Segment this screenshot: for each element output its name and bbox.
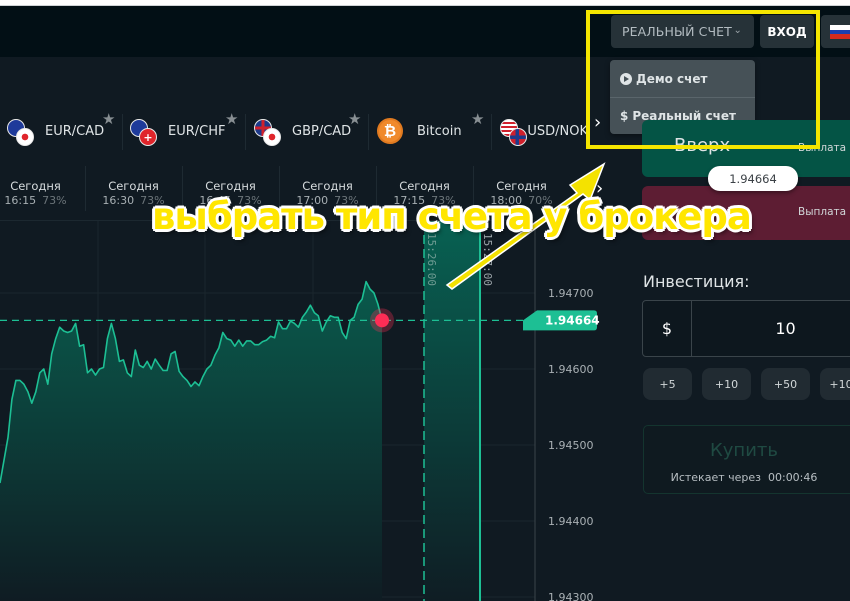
investment-label: Инвестиция: bbox=[643, 272, 750, 291]
expiry-time: 16:15 bbox=[4, 194, 37, 207]
russia-flag-icon bbox=[830, 25, 850, 39]
asset-tab-gbp-cad[interactable]: GBP/CAD bbox=[254, 108, 351, 154]
asset-tab-eur-chf[interactable]: + EUR/CHF bbox=[130, 108, 225, 154]
purchase-time-label: 15:26:00 bbox=[425, 233, 438, 286]
expiry-time: 16:30 bbox=[102, 194, 135, 207]
price-axis-tick-label: 1.94500 bbox=[548, 439, 594, 452]
investment-field: $ bbox=[642, 300, 850, 357]
star-icon[interactable]: ★ bbox=[348, 110, 361, 128]
asset-divider bbox=[368, 114, 369, 150]
asset-divider bbox=[245, 114, 246, 150]
asset-label: USD/NOK bbox=[527, 123, 588, 139]
buy-button[interactable]: Купить Истекает через 00:00:46 bbox=[643, 425, 850, 494]
star-icon[interactable]: ★ bbox=[102, 110, 115, 128]
price-area bbox=[0, 281, 382, 601]
asset-label: GBP/CAD bbox=[292, 123, 352, 139]
star-icon[interactable]: ★ bbox=[225, 110, 238, 128]
eur-chf-flags-icon: + bbox=[130, 117, 158, 146]
annotation-highlight-box bbox=[586, 10, 820, 149]
expiry-time-payout: 16:15 73% bbox=[0, 194, 84, 207]
asset-tab-eur-cad[interactable]: EUR/CAD bbox=[7, 108, 104, 154]
price-chart-svg: 15:26:00 15:27:00 1.94700 1.94600 1.94500 1… bbox=[0, 221, 600, 601]
trading-screen: РЕАЛЬНЫЙ СЧЕТ ⌄ ВХОД Демо счет $ Реальны… bbox=[0, 0, 850, 601]
usd-nok-flags-icon bbox=[500, 117, 527, 146]
expiry-day: Сегодня bbox=[108, 179, 159, 193]
annotation-caption: выбрать тип счета у брокера bbox=[152, 195, 752, 238]
bitcoin-icon: ₿ bbox=[377, 118, 403, 144]
expires-in: Истекает через 00:00:46 bbox=[644, 471, 844, 484]
expires-countdown: 00:00:46 bbox=[767, 471, 818, 484]
expires-label: Истекает через bbox=[670, 471, 761, 484]
eur-cad-flags-icon bbox=[7, 117, 35, 146]
trade-panel: Вверх Выплата 7 Выплата 7 1.94664 Инвест… bbox=[642, 110, 850, 601]
expiry-day: Сегодня bbox=[10, 179, 61, 193]
asset-label: EUR/CHF bbox=[168, 123, 226, 139]
increment-10-button[interactable]: +10 bbox=[702, 368, 751, 400]
investment-amount-input[interactable] bbox=[693, 301, 850, 356]
asset-divider bbox=[122, 114, 123, 150]
current-point bbox=[375, 313, 389, 328]
star-icon[interactable]: ★ bbox=[471, 110, 484, 128]
expiry-day: Сегодня bbox=[302, 179, 353, 193]
asset-tab-bitcoin[interactable]: ₿ Bitcoin bbox=[377, 108, 462, 154]
price-axis-tick-label: 1.94300 bbox=[548, 591, 594, 601]
current-price-pill: 1.94664 bbox=[708, 166, 798, 191]
expiry-option[interactable]: Сегодня 16:15 73% bbox=[0, 166, 84, 211]
price-axis-tick-label: 1.94700 bbox=[548, 287, 594, 300]
asset-tabs: EUR/CAD ★ + EUR/CHF ★ GBP/CAD ★ ₿ Bitcoi… bbox=[0, 108, 600, 154]
expiry-day: Сегодня bbox=[496, 179, 547, 193]
expiry-day: Сегодня bbox=[205, 179, 256, 193]
increment-5-button[interactable]: +5 bbox=[643, 368, 692, 400]
payout-label: Выплата 7 bbox=[798, 206, 850, 218]
asset-divider bbox=[491, 114, 492, 150]
price-chart[interactable]: 15:26:00 15:27:00 1.94700 1.94600 1.94500 1… bbox=[0, 221, 640, 601]
expiry-day: Сегодня bbox=[399, 179, 450, 193]
currency-symbol: $ bbox=[643, 301, 692, 356]
asset-tab-usd-nok[interactable]: USD/NOK bbox=[500, 108, 588, 154]
gbp-cad-flags-icon bbox=[254, 117, 282, 146]
expiry-time-label: 15:27:00 bbox=[481, 233, 494, 286]
asset-label: EUR/CAD bbox=[45, 123, 105, 139]
price-axis-tick-label: 1.94400 bbox=[548, 515, 594, 528]
asset-label: Bitcoin bbox=[417, 123, 462, 139]
current-price-tag-label: 1.94664 bbox=[545, 313, 600, 327]
expiry-payout: 73% bbox=[42, 194, 67, 207]
language-button[interactable] bbox=[821, 15, 850, 48]
increment-100-button[interactable]: +100 bbox=[820, 368, 850, 400]
buy-button-label: Купить bbox=[710, 440, 778, 461]
price-axis-tick-label: 1.94600 bbox=[548, 363, 594, 376]
increment-50-button[interactable]: +50 bbox=[761, 368, 810, 400]
